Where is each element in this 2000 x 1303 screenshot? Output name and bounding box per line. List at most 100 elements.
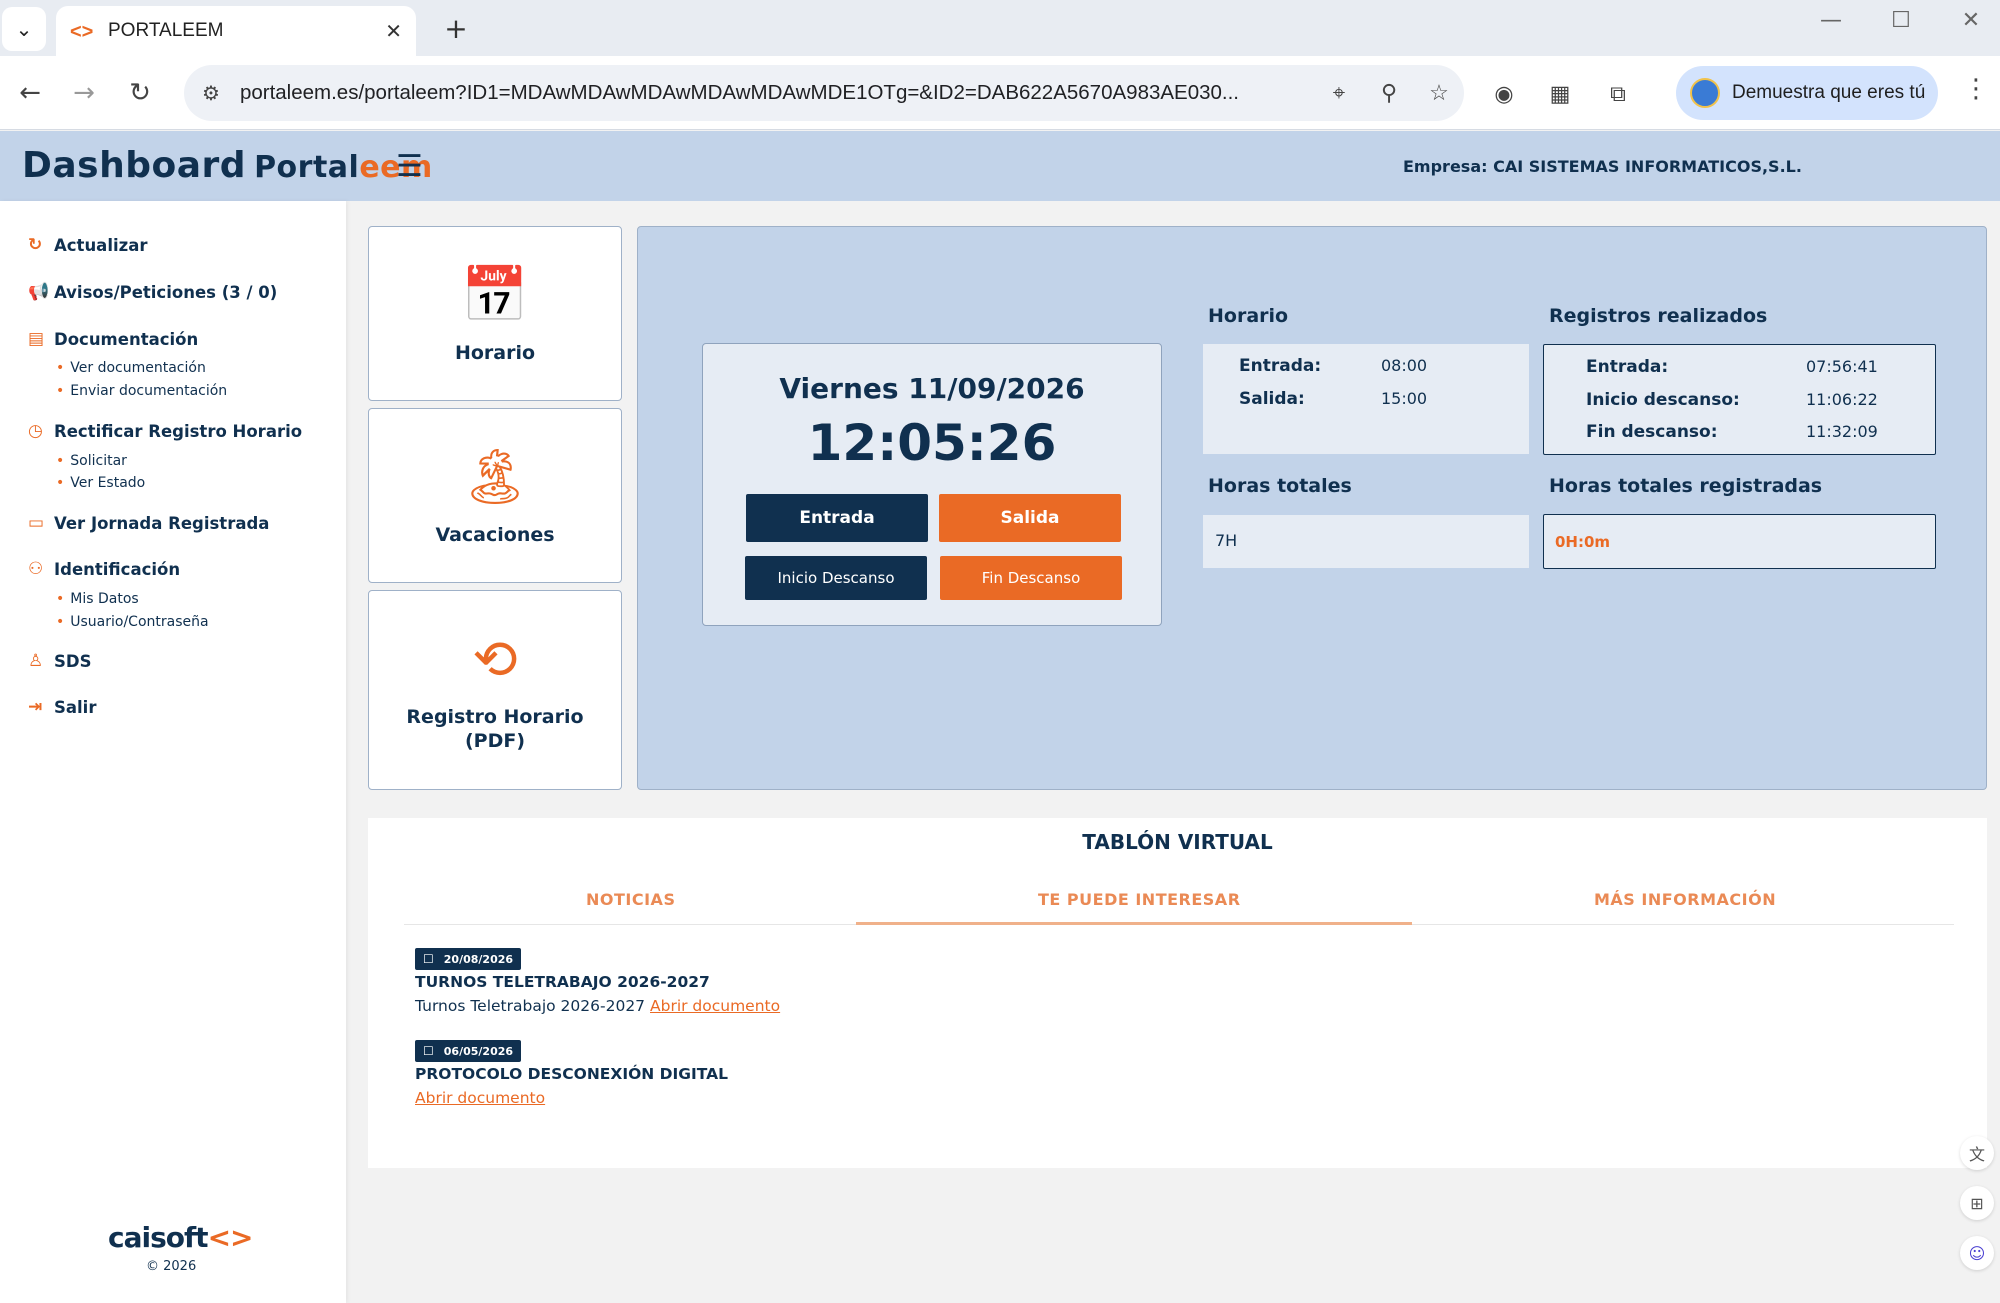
clock-date: Viernes 11/09/2026 bbox=[779, 372, 1085, 405]
news-date-text: 06/05/2026 bbox=[443, 1044, 514, 1058]
salida-button[interactable]: Salida bbox=[939, 494, 1121, 542]
address-bar[interactable]: ⚙ portaleem.es/portaleem?ID1=MDAwMDAwMDA… bbox=[184, 65, 1464, 121]
news-date-badge: ☐ 06/05/2026 bbox=[415, 1040, 522, 1062]
calendar-icon: ☐ bbox=[423, 1044, 434, 1058]
extensions-puzzle-icon[interactable]: ⧉ bbox=[1598, 74, 1638, 114]
forward-icon[interactable]: → bbox=[64, 73, 104, 113]
hamburger-menu-icon[interactable]: ☰ bbox=[396, 149, 423, 184]
sidebar-item-identificacion[interactable]: ⚇ Identificación bbox=[28, 559, 180, 579]
brand-dashboard: Dashboard bbox=[22, 145, 247, 186]
sidebar-item-documentacion[interactable]: ▤ Documentación bbox=[28, 329, 198, 349]
news-title: TURNOS TELETRABAJO 2026-2027 bbox=[415, 973, 710, 991]
calendar-icon: ▭ bbox=[28, 513, 45, 533]
card-registro-pdf[interactable]: ⟲ Registro Horario (PDF) bbox=[368, 590, 622, 790]
inicio-descanso-button[interactable]: Inicio Descanso bbox=[745, 556, 927, 600]
news-title: PROTOCOLO DESCONEXIÓN DIGITAL bbox=[415, 1065, 729, 1083]
minimize-icon[interactable]: — bbox=[1806, 8, 1856, 33]
reload-icon[interactable]: ↻ bbox=[120, 73, 160, 113]
close-tab-icon[interactable]: ✕ bbox=[385, 19, 402, 44]
sidebar-item-label: Documentación bbox=[54, 329, 199, 349]
card-label: Vacaciones bbox=[435, 523, 555, 546]
sidebar-item-label: Ver Jornada Registrada bbox=[54, 513, 270, 533]
sidebar-sub-ver-estado[interactable]: Ver Estado bbox=[56, 475, 145, 491]
card-horario[interactable]: 📅 Horario bbox=[368, 226, 622, 401]
sidebar-item-actualizar[interactable]: ↻ Actualizar bbox=[28, 235, 148, 255]
card-vacaciones[interactable]: 🏝 Vacaciones bbox=[368, 408, 622, 583]
horario-box: Entrada: 08:00 Salida: 15:00 bbox=[1202, 343, 1530, 455]
registros-box: Entrada: 07:56:41 Inicio descanso: 11:06… bbox=[1543, 344, 1936, 455]
sidebar-item-ver-jornada[interactable]: ▭ Ver Jornada Registrada bbox=[28, 513, 269, 533]
horas-registradas-value: 0H:0m bbox=[1555, 533, 1611, 551]
horario-salida-label: Salida: bbox=[1239, 389, 1305, 409]
tab-search-dropdown[interactable]: ⌄ bbox=[2, 7, 46, 51]
browser-tab[interactable]: <> PORTALEEM ✕ bbox=[56, 6, 416, 56]
sidebar-sub-solicitar[interactable]: Solicitar bbox=[56, 453, 127, 469]
app-logo: Dashboard Portaleem bbox=[22, 145, 433, 186]
portaleem-favicon-icon: <> bbox=[70, 21, 94, 43]
profile-label: Demuestra que eres tú bbox=[1732, 82, 1926, 103]
sidebar-item-label: SDS bbox=[54, 651, 92, 671]
url-text[interactable]: portaleem.es/portaleem?ID1=MDAwMDAwMDAwM… bbox=[240, 81, 1314, 105]
caisoft-logo: caisoft<> bbox=[108, 1221, 253, 1254]
tab-title: PORTALEEM bbox=[108, 20, 224, 41]
horas-totales-title: Horas totales bbox=[1208, 475, 1352, 497]
sidebar-sub-mis-datos[interactable]: Mis Datos bbox=[56, 591, 138, 607]
sidebar-item-rectificar[interactable]: ◷ Rectificar Registro Horario bbox=[28, 421, 302, 441]
location-pin-icon[interactable]: ⌖ bbox=[1314, 80, 1364, 106]
registro-fin-descanso-label: Fin descanso: bbox=[1586, 422, 1718, 442]
site-settings-icon[interactable]: ⚙ bbox=[202, 81, 220, 106]
app-header: Dashboard Portaleem ☰ Empresa: CAI SISTEM… bbox=[0, 131, 2000, 201]
sidebar-item-label: Rectificar Registro Horario bbox=[54, 421, 303, 441]
card-label: Horario bbox=[454, 341, 536, 364]
entrada-button[interactable]: Entrada bbox=[746, 494, 928, 542]
sidebar-item-sds[interactable]: ♙ SDS bbox=[28, 651, 91, 671]
tablon-title: TABLÓN VIRTUAL bbox=[1082, 830, 1273, 854]
window-close-icon[interactable]: ✕ bbox=[1946, 8, 1996, 33]
fin-descanso-button[interactable]: Fin Descanso bbox=[940, 556, 1122, 600]
company-label: Empresa: CAI SISTEMAS INFORMATICOS,S.L. bbox=[1403, 157, 1802, 176]
new-tab-button[interactable]: + bbox=[436, 8, 476, 48]
registro-entrada-label: Entrada: bbox=[1586, 357, 1669, 377]
tab-te-puede-interesar[interactable]: TE PUEDE INTERESAR bbox=[1038, 890, 1241, 909]
bookmark-star-icon[interactable]: ☆ bbox=[1414, 80, 1464, 106]
megaphone-icon: 📢 bbox=[28, 282, 50, 302]
registro-fin-descanso-value: 11:32:09 bbox=[1806, 422, 1878, 441]
avatar bbox=[1690, 78, 1720, 108]
sidebar-item-salir[interactable]: ⇥ Salir bbox=[28, 697, 96, 717]
sidebar-item-avisos[interactable]: 📢 Avisos/Peticiones (3 / 0) bbox=[28, 282, 277, 302]
assistant-bot-icon[interactable]: ☺ bbox=[1960, 1236, 1994, 1270]
registros-title: Registros realizados bbox=[1549, 305, 1768, 327]
sidebar-sub-enviar-documentacion[interactable]: Enviar documentación bbox=[56, 383, 227, 399]
sidebar-sub-usuario-contrasena[interactable]: Usuario/Contraseña bbox=[56, 614, 208, 630]
apps-grid-icon[interactable]: ⊞ bbox=[1960, 1186, 1994, 1220]
maximize-icon[interactable]: ☐ bbox=[1876, 8, 1926, 33]
registro-inicio-descanso-label: Inicio descanso: bbox=[1586, 390, 1740, 410]
back-icon[interactable]: ← bbox=[10, 73, 50, 113]
sidebar-item-label: Actualizar bbox=[54, 235, 148, 255]
calendar-clock-icon: 📅 bbox=[461, 262, 529, 326]
news-body-text: Turnos Teletrabajo 2026-2027 bbox=[415, 997, 646, 1015]
extension-globe-icon[interactable]: ◉ bbox=[1484, 74, 1524, 114]
browser-menu-icon[interactable]: ⋮ bbox=[1958, 74, 1994, 114]
abrir-documento-link[interactable]: Abrir documento bbox=[650, 997, 780, 1015]
browser-tab-bar: ⌄ <> PORTALEEM ✕ + — ☐ ✕ bbox=[0, 0, 2000, 56]
refresh-icon: ↻ bbox=[28, 235, 43, 255]
person-icon: ♙ bbox=[28, 651, 44, 671]
horas-totales-value: 7H bbox=[1215, 531, 1238, 550]
fichaje-panel: Viernes 11/09/2026 12:05:26 Entrada Sali… bbox=[637, 226, 1987, 790]
clock-box: Viernes 11/09/2026 12:05:26 Entrada Sali… bbox=[702, 343, 1162, 626]
active-tab-indicator bbox=[856, 922, 1412, 925]
abrir-documento-link[interactable]: Abrir documento bbox=[415, 1089, 545, 1107]
news-body: Abrir documento bbox=[415, 1089, 545, 1107]
sidebar-sub-ver-documentacion[interactable]: Ver documentación bbox=[56, 360, 206, 376]
profile-button[interactable]: Demuestra que eres tú bbox=[1676, 66, 1938, 120]
sidebar: ↻ Actualizar 📢 Avisos/Peticiones (3 / 0) ▤… bbox=[0, 201, 346, 1303]
logout-icon: ⇥ bbox=[28, 697, 43, 717]
zoom-icon[interactable]: ⚲ bbox=[1364, 80, 1414, 106]
qr-code-icon[interactable]: ▦ bbox=[1540, 74, 1580, 114]
translate-icon[interactable]: 文 bbox=[1960, 1136, 1994, 1170]
tab-mas-informacion[interactable]: MÁS INFORMACIÓN bbox=[1594, 890, 1776, 909]
tab-noticias[interactable]: NOTICIAS bbox=[586, 890, 675, 909]
card-label: Registro Horario (PDF) bbox=[406, 705, 584, 752]
clock-time: 12:05:26 bbox=[807, 414, 1057, 472]
